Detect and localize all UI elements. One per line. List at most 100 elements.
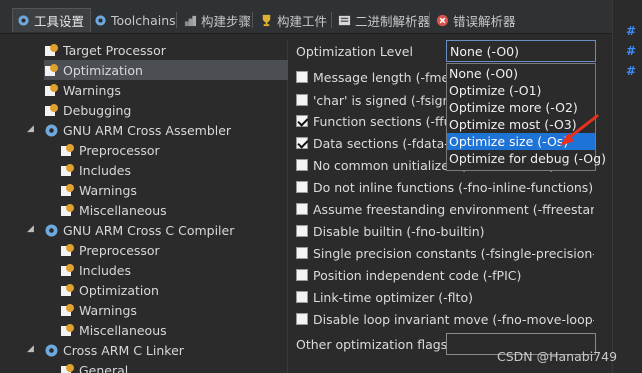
tree-item-includes[interactable]: Includes [60, 260, 131, 280]
tree-item-warnings[interactable]: Warnings [60, 180, 137, 200]
tree-item-cross-arm-c-linker[interactable]: Cross ARM C Linker [44, 340, 184, 360]
no-common-checkbox[interactable] [296, 159, 308, 171]
expand-arrow-icon[interactable]: ◢ [27, 224, 34, 234]
tab-build-steps[interactable]: 构建步骤 [180, 9, 257, 31]
tree-item-label: Debugging [63, 102, 132, 118]
optimization-level-label: Optimization Level [296, 43, 413, 59]
tree-item-warnings[interactable]: Warnings [44, 80, 121, 100]
tab-build-artifacts[interactable]: 构建工件 [256, 9, 333, 31]
tree-item-optimization[interactable]: Optimization [60, 280, 159, 300]
dropdown-option[interactable]: Optimize for debug (-Og) [447, 150, 606, 167]
checkbox-row-inner: Disable loop invariant move (-fno-move-l… [296, 310, 594, 328]
message-length-checkbox[interactable] [296, 71, 308, 83]
dropdown-option[interactable]: Optimize more (-O2) [447, 99, 595, 116]
no-inline-functions-checkbox[interactable] [296, 181, 308, 193]
settings-node-icon [45, 63, 58, 76]
tab-error-parsers[interactable]: 错误解析器 [432, 9, 522, 31]
tree-item-label: Target Processor [63, 42, 166, 58]
tab-label: 错误解析器 [453, 13, 516, 29]
dropdown-option-selected[interactable]: Optimize size (-Os) [447, 133, 595, 150]
function-sections-checkbox[interactable] [296, 115, 308, 127]
checkbox-label: Single precision constants (-fsingle-pre… [313, 245, 594, 261]
trophy-icon [262, 14, 271, 26]
checkbox-row-inner: Disable builtin (-fno-builtin) [296, 222, 485, 240]
checkbox-label: Disable loop invariant move (-fno-move-l… [313, 311, 594, 327]
dropdown-option[interactable]: Optimize (-O1) [447, 82, 595, 99]
dropdown-option[interactable]: Optimize most (-O3) [447, 116, 595, 133]
tab-label: 二进制解析器 [355, 13, 431, 29]
checkbox-row: Disable loop invariant move (-fno-move-l… [296, 310, 594, 328]
data-sections-checkbox[interactable] [296, 137, 308, 149]
gear-icon [45, 224, 58, 236]
gear-icon [45, 344, 58, 356]
tree-item-miscellaneous[interactable]: Miscellaneous [60, 200, 167, 220]
tab-separator [331, 12, 332, 28]
tab-label: Toolchains [111, 12, 176, 28]
tree-item-general[interactable]: General [60, 360, 128, 373]
optimization-level-dropdown: None (-O0) Optimize (-O1) Optimize more … [446, 63, 606, 171]
fpic-checkbox[interactable] [296, 269, 308, 281]
tab-binary-parsers[interactable]: 二进制解析器 [334, 9, 436, 31]
settings-node-icon [61, 363, 74, 373]
checkbox-row-inner: Position independent code (-fPIC) [296, 266, 521, 284]
expand-arrow-icon[interactable]: ◢ [27, 344, 34, 354]
checkbox-label: Link-time optimizer (-flto) [313, 289, 473, 305]
tree-item-preprocessor[interactable]: Preprocessor [60, 240, 160, 260]
build-steps-icon [184, 15, 197, 26]
tree-item-label: Cross ARM C Linker [63, 342, 184, 358]
tree-item-miscellaneous[interactable]: Miscellaneous [60, 320, 167, 340]
tree-item-label: Preprocessor [79, 142, 160, 158]
settings-node-icon [61, 243, 74, 256]
tree-item-optimization[interactable]: Optimization [44, 60, 288, 80]
tab-separator [252, 12, 253, 28]
no-builtin-checkbox[interactable] [296, 225, 308, 237]
tab-separator [429, 12, 430, 28]
expand-arrow-icon[interactable]: ◢ [27, 124, 34, 134]
settings-node-icon [45, 103, 58, 116]
tree-item-warnings[interactable]: Warnings [60, 300, 137, 320]
hash-mark: # [626, 64, 637, 78]
error-icon [436, 14, 449, 26]
tab-label: 工具设置 [34, 14, 85, 29]
tab-bar: 工具设置 Toolchains 构建步骤 构建工件 二进制解析器 错误解析器 [0, 0, 612, 34]
tab-toolchains[interactable]: Toolchains [90, 9, 182, 31]
tree-item-label: General [79, 362, 129, 373]
tree-item-label: Miscellaneous [79, 322, 167, 338]
tree-item-debugging[interactable]: Debugging [44, 100, 131, 120]
tree-item-label: Warnings [79, 302, 137, 318]
tree-item-label: GNU ARM Cross C Compiler [63, 222, 235, 238]
tree-item-label: Optimization [63, 62, 143, 78]
no-move-loop-invariants-checkbox[interactable] [296, 313, 308, 325]
tree-item-gnu-arm-cross-assembler[interactable]: GNU ARM Cross Assembler [44, 120, 231, 140]
tree-item-label: Preprocessor [79, 242, 160, 258]
tree-item-label: Miscellaneous [79, 202, 167, 218]
tree-item-preprocessor[interactable]: Preprocessor [60, 140, 160, 160]
optimization-level-select[interactable]: None (-O0) [446, 40, 596, 62]
tree-item-gnu-arm-cross-c-compiler[interactable]: GNU ARM Cross C Compiler [44, 220, 234, 240]
watermark: CSDN @Hanabi749 [497, 349, 618, 364]
gear-icon [95, 14, 106, 26]
gear-icon [45, 124, 58, 136]
checkbox-row: Single precision constants (-fsingle-pre… [296, 244, 594, 262]
freestanding-checkbox[interactable] [296, 203, 308, 215]
tab-separator [176, 12, 177, 28]
binary-icon [338, 15, 351, 25]
settings-node-icon [45, 43, 58, 56]
flto-checkbox[interactable] [296, 291, 308, 303]
checkbox-row-inner: Link-time optimizer (-flto) [296, 288, 473, 306]
tab-label: 构建工件 [277, 13, 328, 29]
settings-node-icon [45, 83, 58, 96]
checkbox-label: Assume freestanding environment (-ffrees… [313, 201, 594, 217]
settings-node-icon [61, 263, 74, 276]
dropdown-option[interactable]: None (-O0) [447, 65, 595, 82]
tree-item-includes[interactable]: Includes [60, 160, 131, 180]
single-precision-constant-checkbox[interactable] [296, 247, 308, 259]
hash-mark: # [626, 44, 637, 58]
tree-item-target-processor[interactable]: Target Processor [44, 40, 166, 60]
tree-item-label: Optimization [79, 282, 159, 298]
checkbox-label: Do not inline functions (-fno-inline-fun… [313, 179, 594, 195]
tab-tool-settings[interactable]: 工具设置 [12, 8, 92, 32]
char-signed-checkbox[interactable] [296, 94, 308, 106]
settings-node-icon [61, 323, 74, 336]
checkbox-label: Position independent code (-fPIC) [313, 267, 522, 283]
